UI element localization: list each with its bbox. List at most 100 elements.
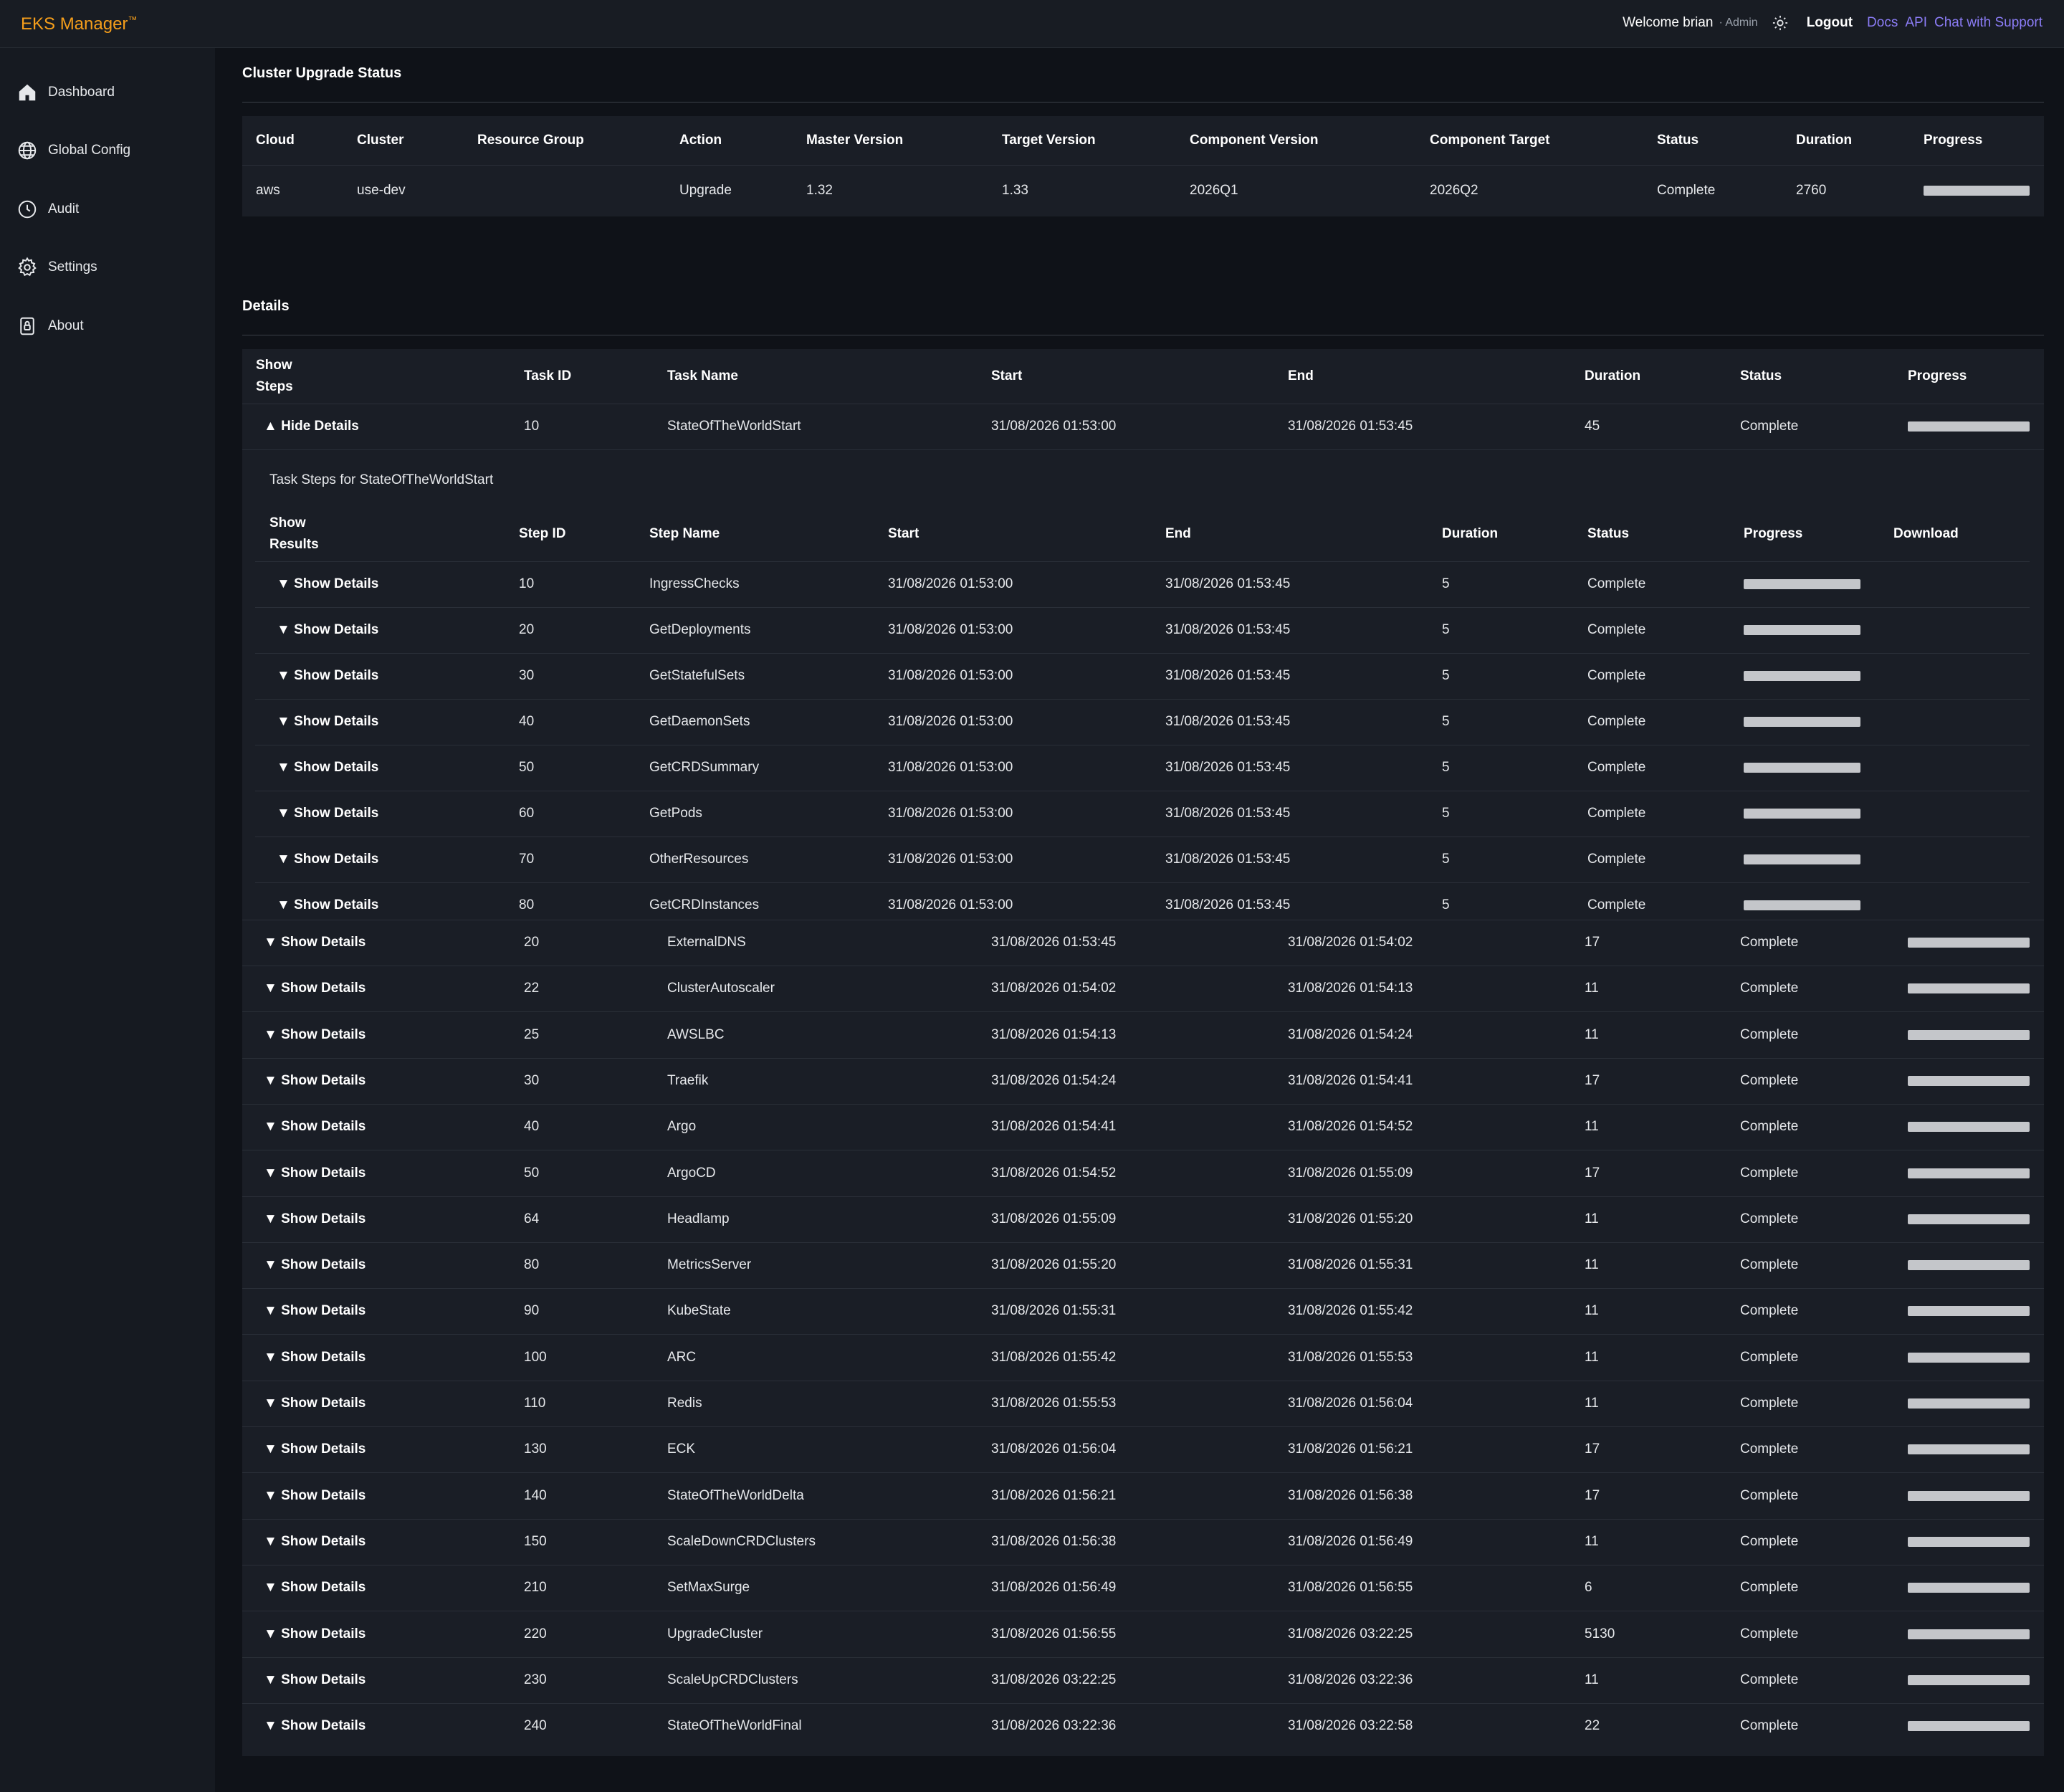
show-details-button[interactable]: ▼ Show Details	[264, 1565, 366, 1611]
progress-bar	[1744, 625, 1860, 635]
table-header-row: Show Steps Task ID Task Name Start End D…	[242, 349, 2044, 404]
col-header-component-version: Component Version	[1190, 133, 1319, 148]
cell-status: Complete	[1740, 1165, 1799, 1181]
cell-progress	[1908, 1611, 2030, 1657]
cell-duration: 11	[1585, 1533, 1599, 1549]
cell-duration: 17	[1585, 1487, 1600, 1503]
show-details-button[interactable]: ▼ Show Details	[264, 1381, 366, 1426]
col-header-duration: Duration	[1585, 368, 1641, 383]
cell-component-version: 2026Q1	[1190, 183, 1238, 198]
chat-support-link[interactable]: Chat with Support	[1934, 15, 2042, 31]
upgrade-status-title: Cluster Upgrade Status	[242, 65, 402, 81]
table-row: ▼ Show Details 20 ExternalDNS 31/08/2026 01…	[242, 920, 2044, 966]
cell-progress	[1908, 1335, 2030, 1381]
table-row: ▼ Show Details 30 Traefik 31/08/2026 01:54:…	[242, 1058, 2044, 1105]
cell-end: 31/08/2026 01:56:04	[1288, 1396, 1413, 1411]
show-details-button[interactable]: ▼ Show Details	[277, 653, 378, 699]
hide-details-button[interactable]: ▲ Hide Details	[264, 404, 359, 449]
cell-task-name: Redis	[667, 1396, 702, 1411]
cell-task-id: 240	[524, 1718, 547, 1734]
progress-bar	[1744, 809, 1860, 819]
col-header-start: Start	[991, 368, 1023, 383]
cell-duration: 5	[1442, 852, 1450, 867]
progress-bar	[1924, 186, 2030, 196]
show-details-button[interactable]: ▼ Show Details	[264, 966, 366, 1011]
role-label: · Admin	[1719, 16, 1758, 29]
cell-step-name: GetStatefulSets	[649, 668, 745, 683]
show-details-button[interactable]: ▼ Show Details	[264, 920, 366, 966]
sidebar-item-settings[interactable]: Settings	[16, 253, 97, 282]
show-details-button[interactable]: ▼ Show Details	[264, 1242, 366, 1288]
cell-duration: 5	[1442, 806, 1450, 821]
show-details-button[interactable]: ▼ Show Details	[264, 1611, 366, 1657]
show-details-button[interactable]: ▼ Show Details	[277, 745, 378, 791]
cell-duration: 11	[1585, 1211, 1599, 1226]
brand-logo[interactable]: EKS Manager™	[21, 14, 137, 34]
show-details-button[interactable]: ▼ Show Details	[264, 1288, 366, 1334]
cell-status: Complete	[1740, 1396, 1799, 1411]
cell-end: 31/08/2026 01:56:49	[1288, 1533, 1413, 1549]
show-details-button[interactable]: ▼ Show Details	[277, 837, 378, 882]
show-details-button[interactable]: ▼ Show Details	[264, 1058, 366, 1104]
show-details-button[interactable]: ▼ Show Details	[264, 1519, 366, 1565]
cell-task-id: 230	[524, 1672, 547, 1687]
cell-end: 31/08/2026 01:54:41	[1288, 1072, 1413, 1088]
cell-task-name: ScaleUpCRDClusters	[667, 1672, 798, 1687]
api-link[interactable]: API	[1905, 15, 1927, 31]
cell-task-name: StateOfTheWorldFinal	[667, 1718, 802, 1734]
cell-task-id: 25	[524, 1026, 540, 1042]
show-details-button[interactable]: ▼ Show Details	[264, 1335, 366, 1381]
sidebar-item-label: Dashboard	[48, 85, 115, 100]
step-row: ▼ Show Details 60 GetPods 31/08/2026 01:53:…	[255, 791, 2030, 837]
progress-bar	[1908, 1352, 2030, 1363]
col-header-status: Status	[1587, 526, 1630, 541]
cell-task-id: 90	[524, 1303, 540, 1319]
cell-duration: 5130	[1585, 1626, 1615, 1641]
cell-duration: 11	[1585, 1303, 1599, 1319]
show-details-button[interactable]: ▼ Show Details	[264, 1426, 366, 1472]
cell-end: 31/08/2026 03:22:58	[1288, 1718, 1413, 1734]
lock-icon	[20, 317, 34, 335]
sidebar-item-global-config[interactable]: Global Config	[16, 136, 130, 165]
step-row: ▼ Show Details 20 GetDeployments 31/08/2026…	[255, 607, 2030, 654]
sidebar-item-audit[interactable]: Audit	[16, 195, 79, 224]
show-details-button[interactable]: ▼ Show Details	[277, 699, 378, 745]
docs-link[interactable]: Docs	[1867, 15, 1898, 31]
cell-progress	[1744, 837, 1860, 882]
progress-bar	[1744, 763, 1860, 773]
cell-end: 31/08/2026 01:53:45	[1288, 419, 1413, 434]
cell-status: Complete	[1740, 1718, 1799, 1734]
cell-task-id: 30	[524, 1072, 540, 1088]
cell-task-name: ClusterAutoscaler	[667, 981, 775, 996]
cell-task-name: MetricsServer	[667, 1257, 752, 1273]
cell-status: Complete	[1740, 1303, 1799, 1319]
cell-status: Complete	[1740, 419, 1799, 434]
show-details-button[interactable]: ▼ Show Details	[264, 1657, 366, 1703]
cell-duration: 11	[1585, 1396, 1599, 1411]
logout-button[interactable]: Logout	[1807, 15, 1853, 31]
cell-step-id: 20	[519, 622, 535, 637]
sun-icon[interactable]	[1772, 15, 1788, 31]
show-details-button[interactable]: ▼ Show Details	[264, 1104, 366, 1150]
cell-master-version: 1.32	[806, 183, 833, 198]
show-details-button[interactable]: ▼ Show Details	[264, 1703, 366, 1749]
cell-status: Complete	[1740, 1026, 1799, 1042]
sidebar-item-dashboard[interactable]: Dashboard	[16, 78, 115, 107]
show-details-button[interactable]: ▼ Show Details	[277, 791, 378, 837]
show-details-button[interactable]: ▼ Show Details	[264, 1196, 366, 1242]
show-details-button[interactable]: ▼ Show Details	[264, 1012, 366, 1058]
cell-end: 31/08/2026 01:54:02	[1288, 935, 1413, 950]
show-details-button[interactable]: ▼ Show Details	[277, 607, 378, 653]
show-details-button[interactable]: ▼ Show Details	[264, 1473, 366, 1519]
cell-start: 31/08/2026 01:54:24	[991, 1072, 1117, 1088]
show-details-button[interactable]: ▼ Show Details	[277, 561, 378, 607]
show-details-button[interactable]: ▼ Show Details	[264, 1150, 366, 1196]
sidebar-item-about[interactable]: About	[16, 312, 84, 340]
cell-task-name: ARC	[667, 1349, 697, 1365]
cell-duration: 5	[1442, 714, 1450, 729]
cell-task-name: StateOfTheWorldDelta	[667, 1487, 804, 1503]
cell-end: 31/08/2026 01:54:24	[1288, 1026, 1413, 1042]
cell-progress	[1744, 745, 1860, 791]
col-header-duration: Duration	[1796, 133, 1853, 148]
progress-bar	[1908, 1306, 2030, 1317]
